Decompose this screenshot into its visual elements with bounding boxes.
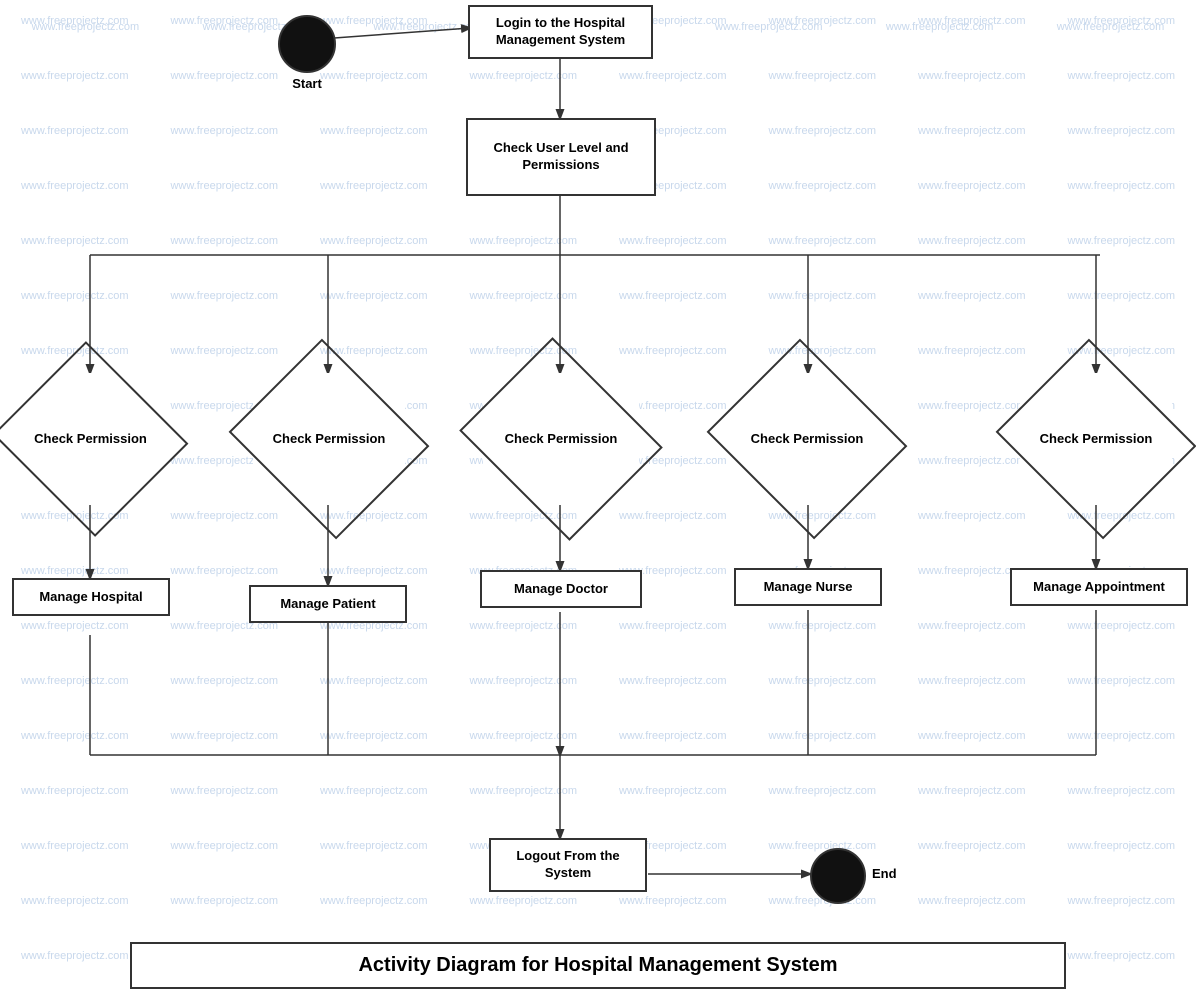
diamond-2-label: Check Permission <box>269 427 390 452</box>
diamond-1: Check Permission <box>18 373 163 505</box>
login-label: Login to the Hospital Management System <box>474 15 647 49</box>
manage-appointment-box: Manage Appointment <box>1010 568 1188 606</box>
diagram-title: Activity Diagram for Hospital Management… <box>130 942 1066 989</box>
login-box: Login to the Hospital Management System <box>468 5 653 59</box>
manage-patient-label: Manage Patient <box>280 596 375 613</box>
manage-doctor-box: Manage Doctor <box>480 570 642 608</box>
manage-nurse-box: Manage Nurse <box>734 568 882 606</box>
diamond-3: Check Permission <box>483 373 639 505</box>
manage-hospital-label: Manage Hospital <box>39 589 142 606</box>
diamond-2: Check Permission <box>253 373 405 505</box>
start-label: Start <box>278 76 336 91</box>
check-user-label: Check User Level and Permissions <box>472 140 650 174</box>
diamond-4-label: Check Permission <box>747 427 868 452</box>
check-user-box: Check User Level and Permissions <box>466 118 656 196</box>
manage-doctor-label: Manage Doctor <box>514 581 608 598</box>
start-circle <box>278 15 336 73</box>
manage-hospital-box: Manage Hospital <box>12 578 170 616</box>
manage-patient-box: Manage Patient <box>249 585 407 623</box>
diamond-4: Check Permission <box>731 373 883 505</box>
end-circle <box>810 848 866 904</box>
end-label: End <box>872 866 897 881</box>
diamond-5: Check Permission <box>1020 373 1172 505</box>
diamond-1-label: Check Permission <box>30 427 151 452</box>
manage-appointment-label: Manage Appointment <box>1033 579 1165 596</box>
logout-label: Logout From the System <box>495 848 641 882</box>
diamond-3-label: Check Permission <box>501 427 622 452</box>
manage-nurse-label: Manage Nurse <box>764 579 853 596</box>
diamond-5-label: Check Permission <box>1036 427 1157 452</box>
logout-box: Logout From the System <box>489 838 647 892</box>
